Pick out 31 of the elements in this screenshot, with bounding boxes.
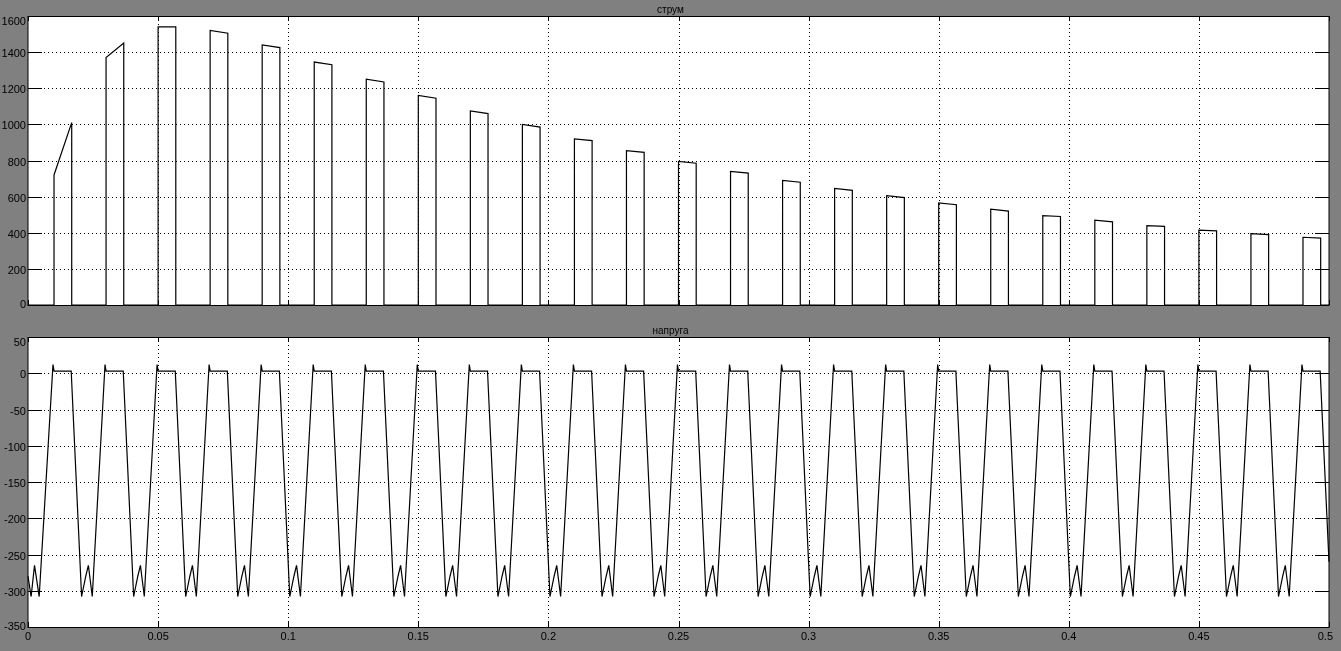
y-tick-label: 600	[7, 191, 26, 204]
x-tick-label: 0.2	[540, 630, 557, 642]
y-tick-label: -250	[3, 549, 26, 562]
y-tick-label: 1400	[1, 46, 26, 59]
y-tick-label: 0	[19, 367, 26, 380]
x-tick-label: 0.1	[280, 630, 296, 642]
y-tick-label: 1600	[1, 16, 26, 27]
x-tick-label: 0.5	[1317, 630, 1333, 642]
y-tick-label: -150	[3, 476, 26, 489]
y-tick-label: -300	[3, 585, 26, 598]
y-tick-label: 1200	[1, 82, 26, 95]
x-tick-label: 0.05	[147, 630, 169, 642]
x-tick-label: 0.25	[667, 630, 690, 642]
y-tick-label: 400	[7, 227, 26, 240]
y-tick-label: -50	[10, 404, 26, 417]
y-tick-label: 800	[7, 155, 26, 168]
y-tick-label: 50	[13, 337, 26, 348]
x-tick-label: 0.4	[1061, 630, 1077, 642]
plot-title: струм	[657, 4, 684, 16]
y-tick-label: 1000	[1, 118, 26, 131]
y-tick-label: 200	[7, 263, 26, 276]
x-tick-label: 0.3	[800, 630, 817, 642]
y-tick-label: 0	[19, 298, 26, 310]
x-tick-label: 0.35	[928, 630, 950, 642]
x-tick-label: 0.45	[1188, 630, 1210, 642]
x-tick-label: 0	[25, 630, 32, 642]
y-tick-label: -100	[3, 440, 26, 453]
plot-title: напруга	[652, 325, 689, 337]
y-tick-label: -350	[3, 620, 26, 632]
x-tick-label: 0.15	[407, 630, 429, 642]
y-tick-label: -200	[3, 512, 26, 525]
